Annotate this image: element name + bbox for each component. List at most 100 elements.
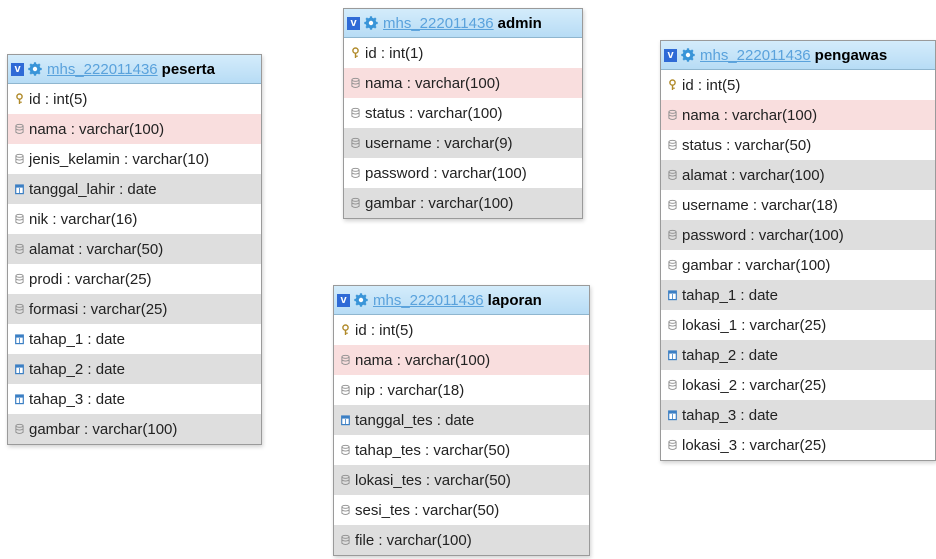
column-label: nik : varchar(16)	[29, 210, 138, 228]
column-icon	[668, 109, 677, 120]
column-row[interactable]: gambar : varchar(100)	[8, 414, 261, 444]
column-row[interactable]: tahap_3 : date	[661, 400, 935, 430]
gear-icon[interactable]	[681, 48, 695, 62]
table-header[interactable]: v mhs_222011436 pengawas	[661, 41, 935, 70]
column-row[interactable]: lokasi_1 : varchar(25)	[661, 310, 935, 340]
column-label: status : varchar(50)	[682, 136, 812, 154]
column-row[interactable]: password : varchar(100)	[661, 220, 935, 250]
column-row[interactable]: nama : varchar(100)	[661, 100, 935, 130]
column-label: nama : varchar(100)	[29, 120, 165, 138]
column-icon	[15, 153, 24, 164]
column-label: gambar : varchar(100)	[365, 194, 514, 212]
key-icon	[352, 47, 359, 58]
table-box-laporan[interactable]: v mhs_222011436 laporan id : int(5) nama : v…	[333, 285, 590, 556]
column-row[interactable]: id : int(1)	[344, 38, 582, 68]
table-box-pengawas[interactable]: v mhs_222011436 pengawas id : int(5) nama : …	[660, 40, 936, 461]
column-row[interactable]: prodi : varchar(25)	[8, 264, 261, 294]
column-icon	[668, 439, 677, 450]
table-box-peserta[interactable]: v mhs_222011436 peserta id : int(5) nama : v…	[7, 54, 262, 445]
column-row[interactable]: tahap_2 : date	[8, 354, 261, 384]
column-row[interactable]: password : varchar(100)	[344, 158, 582, 188]
date-icon	[15, 334, 24, 345]
database-link[interactable]: mhs_222011436	[373, 292, 484, 309]
column-label: alamat : varchar(50)	[29, 240, 164, 258]
column-row[interactable]: jenis_kelamin : varchar(10)	[8, 144, 261, 174]
collapse-toggle-icon[interactable]: v	[347, 16, 360, 30]
column-row[interactable]: gambar : varchar(100)	[661, 250, 935, 280]
table-name: peserta	[161, 60, 216, 78]
column-icon	[668, 229, 677, 240]
column-row[interactable]: id : int(5)	[334, 315, 589, 345]
date-icon	[668, 290, 677, 301]
column-label: lokasi_1 : varchar(25)	[682, 316, 827, 334]
column-row[interactable]: alamat : varchar(50)	[8, 234, 261, 264]
database-link[interactable]: mhs_222011436	[383, 15, 494, 32]
column-row[interactable]: tanggal_tes : date	[334, 405, 589, 435]
column-icon	[15, 423, 24, 434]
column-icon	[341, 474, 350, 485]
column-row[interactable]: id : int(5)	[661, 70, 935, 100]
column-label: sesi_tes : varchar(50)	[355, 501, 500, 519]
gear-icon[interactable]	[28, 62, 42, 76]
collapse-toggle-icon[interactable]: v	[664, 48, 677, 62]
column-label: id : int(5)	[355, 321, 414, 339]
column-row[interactable]: nama : varchar(100)	[8, 114, 261, 144]
column-label: tahap_1 : date	[29, 330, 125, 348]
column-row[interactable]: status : varchar(50)	[661, 130, 935, 160]
column-icon	[341, 444, 350, 455]
column-label: tahap_3 : date	[29, 390, 125, 408]
column-row[interactable]: nama : varchar(100)	[344, 68, 582, 98]
column-row[interactable]: alamat : varchar(100)	[661, 160, 935, 190]
table-header[interactable]: v mhs_222011436 peserta	[8, 55, 261, 84]
column-row[interactable]: nama : varchar(100)	[334, 345, 589, 375]
column-row[interactable]: sesi_tes : varchar(50)	[334, 495, 589, 525]
column-label: formasi : varchar(25)	[29, 300, 168, 318]
column-row[interactable]: lokasi_tes : varchar(50)	[334, 465, 589, 495]
column-label: tahap_1 : date	[682, 286, 778, 304]
column-row[interactable]: username : varchar(18)	[661, 190, 935, 220]
column-icon	[351, 197, 360, 208]
column-row[interactable]: tahap_2 : date	[661, 340, 935, 370]
database-link[interactable]: mhs_222011436	[47, 61, 158, 78]
date-icon	[668, 410, 677, 421]
column-row[interactable]: lokasi_2 : varchar(25)	[661, 370, 935, 400]
column-label: gambar : varchar(100)	[682, 256, 831, 274]
column-row[interactable]: lokasi_3 : varchar(25)	[661, 430, 935, 460]
column-label: tahap_2 : date	[29, 360, 125, 378]
gear-icon[interactable]	[354, 293, 368, 307]
column-icon	[341, 354, 350, 365]
table-name: pengawas	[814, 46, 888, 64]
table-name: laporan	[487, 291, 542, 309]
column-row[interactable]: nik : varchar(16)	[8, 204, 261, 234]
gear-icon[interactable]	[364, 16, 378, 30]
key-icon	[669, 79, 676, 90]
collapse-toggle-icon[interactable]: v	[11, 62, 24, 76]
table-box-admin[interactable]: v mhs_222011436 admin id : int(1) nama : var…	[343, 8, 583, 219]
column-row[interactable]: tahap_1 : date	[661, 280, 935, 310]
date-icon	[15, 364, 24, 375]
column-icon	[15, 213, 24, 224]
column-row[interactable]: tahap_tes : varchar(50)	[334, 435, 589, 465]
column-row[interactable]: file : varchar(100)	[334, 525, 589, 555]
column-label: prodi : varchar(25)	[29, 270, 152, 288]
table-header[interactable]: v mhs_222011436 laporan	[334, 286, 589, 315]
column-row[interactable]: formasi : varchar(25)	[8, 294, 261, 324]
column-row[interactable]: nip : varchar(18)	[334, 375, 589, 405]
column-row[interactable]: tahap_1 : date	[8, 324, 261, 354]
table-header[interactable]: v mhs_222011436 admin	[344, 9, 582, 38]
column-icon	[668, 319, 677, 330]
column-label: file : varchar(100)	[355, 531, 472, 549]
column-row[interactable]: username : varchar(9)	[344, 128, 582, 158]
column-row[interactable]: tahap_3 : date	[8, 384, 261, 414]
column-label: nama : varchar(100)	[682, 106, 818, 124]
collapse-toggle-icon[interactable]: v	[337, 293, 350, 307]
column-row[interactable]: status : varchar(100)	[344, 98, 582, 128]
column-row[interactable]: id : int(5)	[8, 84, 261, 114]
column-icon	[668, 139, 677, 150]
database-link[interactable]: mhs_222011436	[700, 47, 811, 64]
column-row[interactable]: tanggal_lahir : date	[8, 174, 261, 204]
column-label: lokasi_3 : varchar(25)	[682, 436, 827, 454]
column-icon	[351, 167, 360, 178]
column-label: nama : varchar(100)	[365, 74, 501, 92]
column-row[interactable]: gambar : varchar(100)	[344, 188, 582, 218]
